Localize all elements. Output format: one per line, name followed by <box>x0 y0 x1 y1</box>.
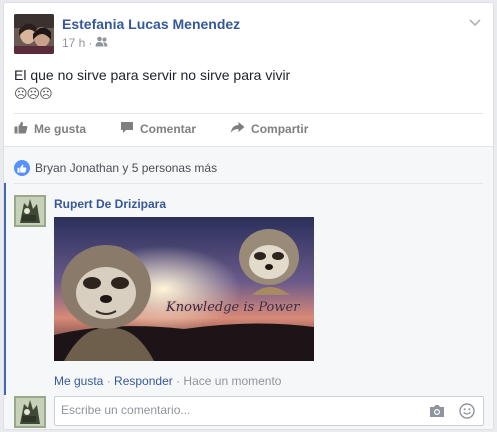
comment-dot-2: · <box>172 374 184 388</box>
thumbs-up-icon <box>14 121 28 137</box>
reactions-summary[interactable]: Bryan Jonathan y 5 personas más <box>14 160 217 176</box>
comment-button[interactable]: Comentar <box>120 121 196 137</box>
like-label: Me gusta <box>34 122 87 136</box>
image-caption: Knowledge is Power <box>166 300 300 315</box>
comment-like-link[interactable]: Me gusta <box>54 374 103 388</box>
share-arrow-icon <box>230 121 245 137</box>
commenter-name[interactable]: Rupert De Drizipara <box>54 197 166 211</box>
comment-label: Comentar <box>140 122 197 136</box>
current-user-avatar <box>14 396 46 428</box>
chevron-down-icon[interactable] <box>468 15 482 29</box>
comment-image[interactable]: Knowledge is Power <box>54 217 314 361</box>
comments-divider <box>14 183 483 184</box>
commenter-avatar[interactable] <box>14 195 46 227</box>
post-emojis: ☹☹☹ <box>14 86 53 101</box>
comment-icon <box>120 121 134 137</box>
post-card: Estefania Lucas Menendez 17 h · El que n… <box>3 2 494 430</box>
share-button[interactable]: Compartir <box>230 121 308 137</box>
post-divider <box>14 113 483 114</box>
comment-composer <box>54 396 484 426</box>
comment-reply-link[interactable]: Responder <box>114 374 173 388</box>
share-label: Compartir <box>251 122 309 136</box>
post-time[interactable]: 17 h <box>62 36 85 50</box>
post-meta: 17 h · <box>62 36 108 50</box>
post-author-name[interactable]: Estefania Lucas Menendez <box>62 16 240 32</box>
comment-dot-1: · <box>103 374 115 388</box>
meta-separator: · <box>88 36 93 50</box>
reactions-text[interactable]: Bryan Jonathan y 5 personas más <box>35 161 217 175</box>
like-reaction-icon <box>14 160 30 176</box>
author-avatar[interactable] <box>14 14 54 54</box>
camera-icon[interactable] <box>429 404 445 423</box>
smiley-icon[interactable] <box>459 403 475 424</box>
like-button[interactable]: Me gusta <box>14 121 86 137</box>
comment-time[interactable]: Hace un momento <box>183 374 281 388</box>
comment-input[interactable] <box>61 403 401 417</box>
friends-icon[interactable] <box>95 36 108 50</box>
comment-actions: Me gusta · Responder · Hace un momento <box>54 374 281 388</box>
comment-accent-bar <box>4 183 6 395</box>
post-text: El que no sirve para servir no sirve par… <box>14 67 291 83</box>
post-actions: Me gusta Comentar Compartir <box>14 121 332 137</box>
comments-section: Bryan Jonathan y 5 personas más Rupert D… <box>4 146 493 429</box>
